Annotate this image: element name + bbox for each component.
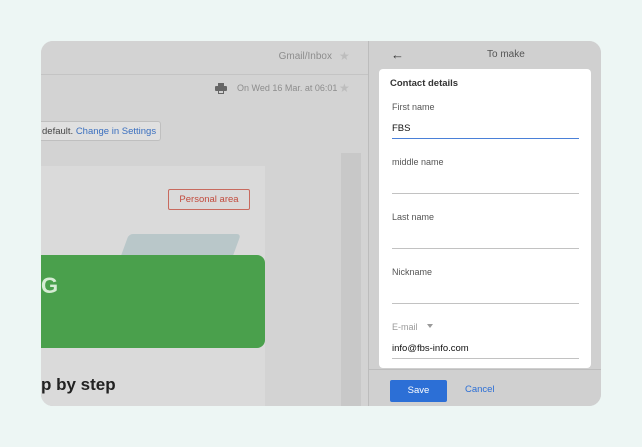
email-heading: p by step — [41, 375, 116, 394]
last-name-underline — [392, 248, 579, 249]
email-date: On Wed 16 Mar. at 06:01 — [237, 83, 338, 93]
star-icon[interactable]: ★ — [339, 81, 350, 95]
contact-panel-footer: Save Cancel — [369, 369, 601, 406]
change-settings-link[interactable]: Change in Settings — [76, 126, 156, 137]
middle-name-underline — [392, 193, 579, 194]
app-window: Gmail/Inbox ★ On Wed 16 Mar. at 06:01 ★ … — [41, 41, 601, 406]
first-name-field[interactable]: FBS — [392, 123, 410, 134]
contact-panel-header: ← To make — [369, 41, 601, 69]
breadcrumb[interactable]: Gmail/Inbox — [279, 51, 332, 62]
nickname-underline — [392, 303, 579, 304]
first-name-label: First name — [392, 102, 435, 112]
contact-panel: ← To make Contact details First name FBS… — [369, 41, 601, 406]
contact-panel-title: To make — [487, 49, 525, 60]
back-arrow-icon[interactable]: ← — [391, 47, 404, 62]
middle-name-label: middle name — [392, 157, 444, 167]
dropdown-caret-icon[interactable] — [427, 324, 433, 328]
email-type-label[interactable]: E-mail — [392, 322, 418, 332]
nickname-label: Nickname — [392, 267, 433, 277]
green-banner — [41, 255, 265, 348]
email-underline — [392, 358, 579, 359]
email-pane: Gmail/Inbox ★ On Wed 16 Mar. at 06:01 ★ … — [41, 41, 368, 406]
brand-logo-glyph: G — [41, 273, 59, 298]
email-meta-row: On Wed 16 Mar. at 06:01 ★ — [41, 75, 368, 105]
email-field[interactable]: info@fbs-info.com — [392, 343, 469, 354]
print-icon[interactable] — [215, 83, 227, 94]
first-name-underline — [392, 138, 579, 139]
notice-text: default. — [42, 126, 76, 137]
save-button[interactable]: Save — [390, 380, 447, 402]
star-icon[interactable]: ★ — [339, 49, 350, 63]
email-side-column — [341, 153, 361, 406]
contact-form: Contact details First name FBS middle na… — [379, 69, 591, 368]
email-header-bar: Gmail/Inbox ★ — [41, 41, 368, 75]
display-notice: default. Change in Settings — [41, 121, 161, 141]
section-title: Contact details — [390, 78, 459, 89]
last-name-label: Last name — [392, 212, 435, 222]
cancel-button[interactable]: Cancel — [465, 384, 495, 395]
personal-area-button[interactable]: Personal area — [168, 189, 250, 210]
